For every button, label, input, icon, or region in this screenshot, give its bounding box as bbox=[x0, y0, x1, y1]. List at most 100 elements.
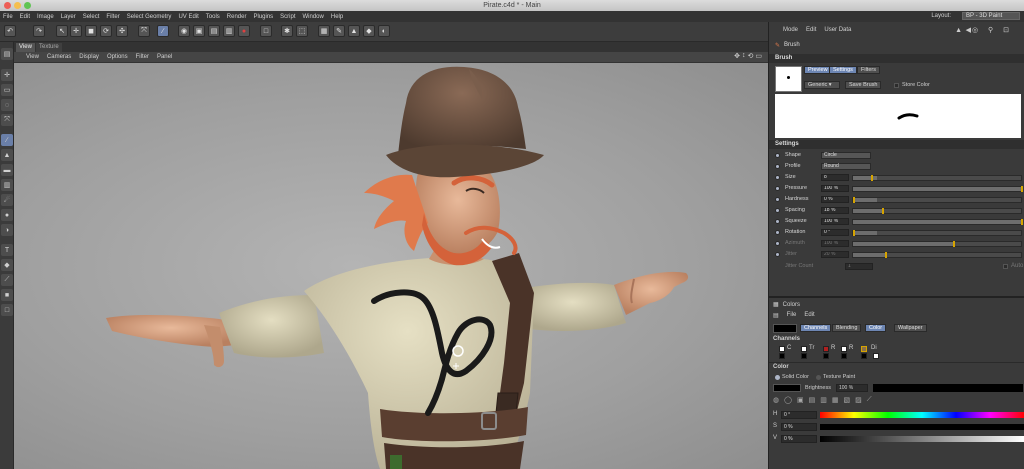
store-color-checkbox[interactable] bbox=[894, 83, 899, 88]
menu-select-geometry[interactable]: Select Geometry bbox=[127, 14, 172, 20]
channel-diffuse-swatch[interactable] bbox=[861, 346, 867, 352]
menu-edit[interactable]: Edit bbox=[20, 14, 30, 20]
pan-icon[interactable]: ✥ bbox=[734, 52, 740, 60]
tab-filters[interactable]: Filters bbox=[857, 66, 880, 74]
param-rotation-slider[interactable] bbox=[852, 230, 1022, 236]
param-azimuth-field[interactable]: 100 % bbox=[821, 240, 849, 247]
vp-menu-cameras[interactable]: Cameras bbox=[47, 54, 71, 60]
param-spacing-field[interactable]: 18 % bbox=[821, 207, 849, 214]
record-icon[interactable]: ● bbox=[238, 25, 250, 37]
menu-filter[interactable]: Filter bbox=[106, 14, 119, 20]
param-squeeze-slider[interactable] bbox=[852, 219, 1023, 225]
menu-select[interactable]: Select bbox=[83, 14, 100, 20]
slider-handle[interactable] bbox=[1021, 186, 1023, 192]
tab-channels[interactable]: Channels bbox=[800, 324, 832, 332]
param-rotation-field[interactable]: 0 ° bbox=[821, 229, 849, 236]
tab-preview[interactable]: Preview bbox=[804, 66, 832, 74]
channel-reflection-swatch-b[interactable] bbox=[823, 353, 829, 359]
param-profile-select[interactable]: Round bbox=[821, 163, 871, 170]
grid-icon[interactable]: ▦ bbox=[318, 25, 330, 37]
channel-transparency-swatch-b[interactable] bbox=[801, 353, 807, 359]
brush-preset-dropdown[interactable]: Generic ▾ bbox=[804, 81, 840, 89]
param-hardness-field[interactable]: 0 % bbox=[821, 196, 849, 203]
param-shape-animate[interactable] bbox=[775, 153, 780, 158]
spectrum-icon[interactable]: ◯ bbox=[784, 396, 792, 404]
undo-icon[interactable]: ↶ bbox=[4, 25, 16, 37]
channel-reflection-swatch[interactable] bbox=[823, 346, 829, 352]
channel-roughness-swatch-b[interactable] bbox=[841, 353, 847, 359]
text-tool-icon[interactable]: T bbox=[1, 244, 13, 256]
menu-plugins[interactable]: Plugins bbox=[253, 14, 273, 20]
param-jitter-count-field[interactable]: 1 bbox=[845, 263, 873, 270]
channel-transparency-swatch[interactable] bbox=[801, 346, 807, 352]
param-azimuth-animate[interactable] bbox=[775, 241, 780, 246]
param-shape-select[interactable]: Circle bbox=[821, 152, 871, 159]
param-jitter-slider[interactable] bbox=[852, 252, 1022, 258]
value-field[interactable]: 0 % bbox=[781, 435, 817, 443]
image-picker-icon[interactable]: ▣ bbox=[797, 396, 804, 404]
channel-color-swatch[interactable] bbox=[779, 346, 785, 352]
slider-handle[interactable] bbox=[882, 208, 884, 214]
channel-diffuse-label[interactable]: Di bbox=[871, 345, 877, 351]
brightness-field[interactable]: 100 % bbox=[836, 384, 868, 392]
menu-render[interactable]: Render bbox=[227, 14, 247, 20]
tab-blending[interactable]: Blending bbox=[832, 324, 862, 332]
render-picture-icon[interactable]: ▤ bbox=[208, 25, 220, 37]
rotate-icon[interactable]: ⟳ bbox=[100, 25, 112, 37]
vp-menu-panel[interactable]: Panel bbox=[157, 54, 172, 60]
transform-tool-icon[interactable]: ⤧ bbox=[1, 114, 13, 126]
redo-icon[interactable]: ↷ bbox=[33, 25, 45, 37]
eraser-icon[interactable]: ▬ bbox=[1, 164, 13, 176]
move-icon[interactable]: ✛ bbox=[70, 25, 82, 37]
lighting-icon[interactable]: ◐ bbox=[378, 25, 390, 37]
param-pressure-slider[interactable] bbox=[852, 186, 1023, 192]
colors-menu-edit[interactable]: Edit bbox=[804, 312, 814, 319]
current-color-swatch[interactable] bbox=[773, 324, 797, 333]
menu-window[interactable]: Window bbox=[303, 14, 324, 20]
tab-brush-settings[interactable]: Settings bbox=[829, 66, 857, 74]
channel-reflection-label[interactable]: R bbox=[831, 345, 835, 351]
slider-handle[interactable] bbox=[871, 175, 873, 181]
fill-bucket-icon[interactable]: ◆ bbox=[1, 259, 13, 271]
paint-mode-icon[interactable]: ∕ bbox=[157, 25, 169, 37]
maximize-view-icon[interactable]: ▭ bbox=[755, 52, 762, 60]
scale-icon[interactable]: ◼ bbox=[85, 25, 97, 37]
kelvin-mode-icon[interactable]: ▧ bbox=[843, 396, 850, 404]
colors-menu-file[interactable]: File bbox=[787, 312, 797, 319]
eyedropper-color-icon[interactable]: ⟋ bbox=[867, 396, 872, 404]
param-azimuth-slider[interactable] bbox=[852, 241, 1022, 247]
param-jitter-animate[interactable] bbox=[775, 252, 780, 257]
param-squeeze-animate[interactable] bbox=[775, 219, 780, 224]
param-squeeze-field[interactable]: 100 % bbox=[821, 218, 849, 225]
tab-wallpaper[interactable]: Wallpaper bbox=[894, 324, 927, 332]
menu-help[interactable]: Help bbox=[331, 14, 343, 20]
param-jitter-field[interactable]: 20 % bbox=[821, 251, 849, 258]
smudge-icon[interactable]: ☄ bbox=[1, 194, 13, 206]
texture-paint-radio[interactable] bbox=[816, 375, 821, 380]
hue-slider[interactable] bbox=[820, 412, 1024, 418]
stamp-tool-icon[interactable]: ▲ bbox=[1, 149, 13, 161]
slider-handle[interactable] bbox=[1021, 219, 1023, 225]
param-size-slider[interactable] bbox=[852, 175, 1022, 181]
param-spacing-animate[interactable] bbox=[775, 208, 780, 213]
tab-color[interactable]: Color bbox=[865, 324, 887, 332]
vp-menu-display[interactable]: Display bbox=[79, 54, 99, 60]
param-pressure-animate[interactable] bbox=[775, 186, 780, 191]
solid-color-radio[interactable] bbox=[775, 375, 780, 380]
gradient-icon[interactable]: ▥ bbox=[1, 179, 13, 191]
swatch-icon[interactable]: ▤ bbox=[809, 396, 816, 404]
param-rotation-animate[interactable] bbox=[775, 230, 780, 235]
slider-handle[interactable] bbox=[953, 241, 955, 247]
channel-color-label[interactable]: C bbox=[787, 345, 791, 351]
brush-thumbnail[interactable] bbox=[775, 66, 802, 92]
param-hardness-animate[interactable] bbox=[775, 197, 780, 202]
param-size-animate[interactable] bbox=[775, 175, 780, 180]
fill-icon[interactable]: ▲ bbox=[348, 25, 360, 37]
channel-roughness-label[interactable]: R bbox=[849, 345, 853, 351]
3d-viewport[interactable] bbox=[14, 63, 768, 469]
orbit-icon[interactable]: ⟲ bbox=[748, 52, 754, 60]
brush-tool-icon[interactable]: ∕ bbox=[1, 134, 13, 146]
slider-handle[interactable] bbox=[885, 252, 887, 258]
dodge-icon[interactable]: ● bbox=[1, 209, 13, 221]
menu-tools[interactable]: Tools bbox=[206, 14, 220, 20]
